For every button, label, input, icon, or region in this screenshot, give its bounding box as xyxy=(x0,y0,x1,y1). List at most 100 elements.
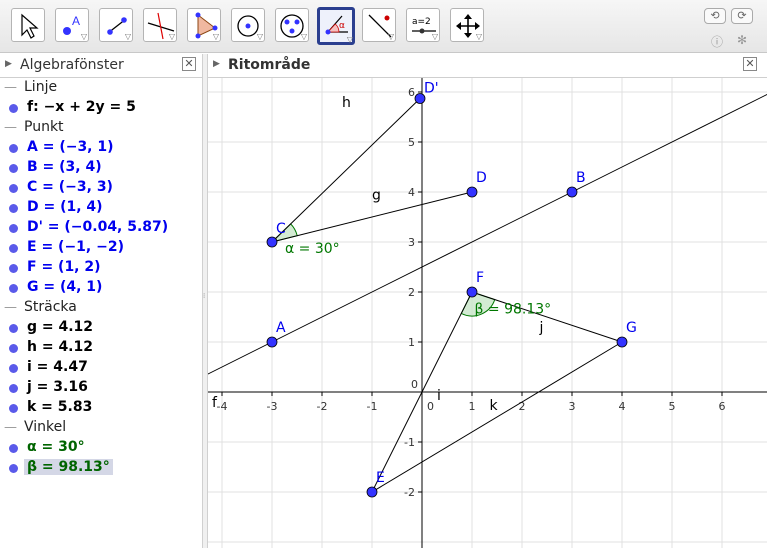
x-tick-label: -1 xyxy=(367,400,378,413)
visibility-toggle-icon[interactable] xyxy=(9,144,18,153)
graphics-view: ▶ Ritområde ✕ -4 -3 -2 -1 0 1 2 3 4 5 6 0 -2 -1 1 2 3 4 5 6… xyxy=(208,54,767,548)
y-tick-label: 3 xyxy=(408,236,415,249)
point-G xyxy=(616,336,628,348)
y-tick-label: 5 xyxy=(408,136,415,149)
segment-label-k: k xyxy=(490,398,499,414)
algebra-item[interactable]: β = 98.13° xyxy=(0,458,202,478)
algebra-item[interactable]: f: −x + 2y = 5 xyxy=(0,98,202,118)
angle-label-beta: β = 98.13° xyxy=(475,302,552,318)
visibility-toggle-icon[interactable] xyxy=(9,204,18,213)
algebra-item[interactable]: j = 3.16 xyxy=(0,378,202,398)
visibility-toggle-icon[interactable] xyxy=(9,404,18,413)
dropdown-triangle-icon: ▽ xyxy=(431,32,438,41)
point-D xyxy=(466,186,478,198)
svg-text:α: α xyxy=(339,21,345,31)
slider-tool-button[interactable]: a=2 ▽ xyxy=(406,8,440,42)
collapse-minus-icon[interactable]: — xyxy=(4,420,17,435)
visibility-toggle-icon[interactable] xyxy=(9,384,18,393)
x-tick-label: -2 xyxy=(317,400,328,413)
move-view-tool-button[interactable]: ▽ xyxy=(450,8,484,42)
segment-label-h: h xyxy=(342,95,351,111)
dropdown-triangle-icon: ▽ xyxy=(346,35,353,44)
point-A xyxy=(266,336,278,348)
line-tool-button[interactable]: ▽ xyxy=(99,8,133,42)
collapse-minus-icon[interactable]: — xyxy=(4,120,17,135)
perpendicular-tool-button[interactable]: ▽ xyxy=(143,8,177,42)
visibility-toggle-icon[interactable] xyxy=(9,284,18,293)
algebra-item[interactable]: C = (−3, 3) xyxy=(0,178,202,198)
visibility-toggle-icon[interactable] xyxy=(9,184,18,193)
collapse-minus-icon[interactable]: — xyxy=(4,80,17,95)
algebra-item[interactable]: g = 4.12 xyxy=(0,318,202,338)
visibility-toggle-icon[interactable] xyxy=(9,344,18,353)
point-tool-button[interactable]: A ▽ xyxy=(55,8,89,42)
x-tick-label: 3 xyxy=(569,400,576,413)
algebra-item-text: α = 30° xyxy=(27,439,85,455)
algebra-item[interactable]: B = (3, 4) xyxy=(0,158,202,178)
dropdown-triangle-icon: ▽ xyxy=(168,32,175,41)
collapse-arrow-icon[interactable]: ▶ xyxy=(5,59,12,69)
toolbar: A ▽ ▽ ▽ ▽ ▽ ▽ α ▽ ▽ a=2 ▽ ▽ ⟲ ⟳ ⓘ ✻ xyxy=(0,0,767,53)
y-tick-label: -2 xyxy=(404,486,415,499)
conic-tool-button[interactable]: ▽ xyxy=(275,8,309,42)
x-tick-label: -3 xyxy=(267,400,278,413)
move-tool-button[interactable] xyxy=(11,8,45,42)
collapse-arrow-icon[interactable]: ▶ xyxy=(213,59,220,69)
point-C xyxy=(266,236,278,248)
visibility-toggle-icon[interactable] xyxy=(9,164,18,173)
graphics-header: ▶ Ritområde ✕ xyxy=(208,54,767,78)
visibility-toggle-icon[interactable] xyxy=(9,264,18,273)
y-tick-label: 1 xyxy=(408,336,415,349)
gear-icon[interactable]: ✻ xyxy=(737,33,747,47)
algebra-item[interactable]: α = 30° xyxy=(0,438,202,458)
polygon-tool-button[interactable]: ▽ xyxy=(187,8,221,42)
reflect-tool-button[interactable]: ▽ xyxy=(362,8,396,42)
point-label-D: D xyxy=(476,170,487,186)
algebra-category-linje[interactable]: — Linje xyxy=(0,78,202,98)
help-icon[interactable]: ⓘ xyxy=(711,33,723,50)
angle-tool-button[interactable]: α ▽ xyxy=(317,7,355,45)
collapse-minus-icon[interactable]: — xyxy=(4,300,17,315)
point-label-F: F xyxy=(476,270,484,286)
visibility-toggle-icon[interactable] xyxy=(9,444,18,453)
segment-label-g: g xyxy=(372,188,381,204)
point-F xyxy=(466,286,478,298)
algebra-item[interactable]: D = (1, 4) xyxy=(0,198,202,218)
algebra-category-sträcka[interactable]: — Sträcka xyxy=(0,298,202,318)
algebra-category-vinkel[interactable]: — Vinkel xyxy=(0,418,202,438)
y-tick-label: 4 xyxy=(408,186,415,199)
algebra-item[interactable]: A = (−3, 1) xyxy=(0,138,202,158)
redo-button[interactable]: ⟳ xyxy=(731,8,753,24)
y-tick-label: 6 xyxy=(408,86,415,99)
visibility-toggle-icon[interactable] xyxy=(9,364,18,373)
point-label-D': D' xyxy=(424,81,439,97)
dropdown-triangle-icon: ▽ xyxy=(80,32,87,41)
x-tick-label: 5 xyxy=(669,400,676,413)
visibility-toggle-icon[interactable] xyxy=(9,464,18,473)
algebra-item-text: i = 4.47 xyxy=(27,359,88,375)
visibility-toggle-icon[interactable] xyxy=(9,224,18,233)
graphics-canvas[interactable]: -4 -3 -2 -1 0 1 2 3 4 5 60-2-1123456fghijkα = 30°β… xyxy=(208,78,767,548)
category-label: Sträcka xyxy=(24,299,77,315)
dropdown-triangle-icon: ▽ xyxy=(212,32,219,41)
algebra-item[interactable]: E = (−1, −2) xyxy=(0,238,202,258)
undo-button[interactable]: ⟲ xyxy=(704,8,726,24)
algebra-item[interactable]: F = (1, 2) xyxy=(0,258,202,278)
circle-tool-button[interactable]: ▽ xyxy=(231,8,265,42)
visibility-toggle-icon[interactable] xyxy=(9,324,18,333)
algebra-item-text: G = (4, 1) xyxy=(27,279,103,295)
algebra-item[interactable]: D' = (−0.04, 5.87) xyxy=(0,218,202,238)
visibility-toggle-icon[interactable] xyxy=(9,244,18,253)
close-graphics-button[interactable]: ✕ xyxy=(743,57,757,71)
algebra-item[interactable]: h = 4.12 xyxy=(0,338,202,358)
grip-icon: ⁞ xyxy=(203,292,206,300)
svg-text:A: A xyxy=(72,14,80,28)
algebra-item[interactable]: i = 4.47 xyxy=(0,358,202,378)
visibility-toggle-icon[interactable] xyxy=(9,104,18,113)
x-tick-label: -4 xyxy=(217,400,228,413)
algebra-category-punkt[interactable]: — Punkt xyxy=(0,118,202,138)
close-algebra-button[interactable]: ✕ xyxy=(182,57,196,71)
algebra-item[interactable]: k = 5.83 xyxy=(0,398,202,418)
algebra-item[interactable]: G = (4, 1) xyxy=(0,278,202,298)
x-tick-label: 0 xyxy=(427,400,434,413)
